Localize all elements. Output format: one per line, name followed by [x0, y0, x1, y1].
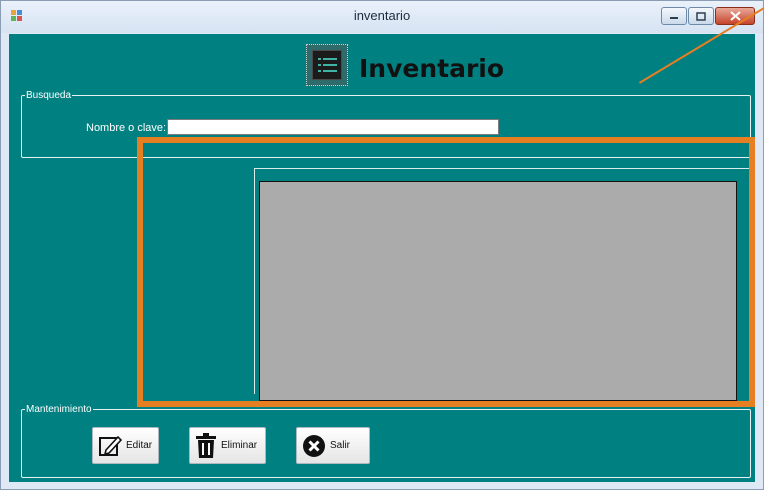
page-title: Inventario: [359, 54, 505, 83]
search-input[interactable]: [167, 119, 499, 135]
app-window: inventario Inventario Busqueda Nombre o …: [0, 0, 764, 490]
highlight-box: [137, 137, 755, 407]
window-controls: [660, 7, 755, 27]
form-client-area: Inventario Busqueda Nombre o clave: Mant…: [9, 4, 764, 482]
maximize-button[interactable]: [688, 7, 714, 25]
edit-icon: [99, 435, 122, 456]
edit-button[interactable]: Editar: [92, 427, 159, 464]
delete-button[interactable]: Eliminar: [189, 427, 266, 464]
window-title: inventario: [353, 8, 411, 23]
close-icon: [729, 11, 741, 21]
list-icon: [306, 44, 348, 86]
edit-button-label: Editar: [126, 440, 153, 451]
minimize-button[interactable]: [661, 7, 687, 25]
minimize-icon: [670, 17, 678, 19]
exit-button-label: Salir: [330, 440, 351, 451]
search-group-title: Busqueda: [26, 90, 72, 101]
trash-icon: [196, 432, 216, 458]
maximize-icon: [696, 11, 706, 21]
close-circle-icon: [303, 434, 325, 457]
delete-button-label: Eliminar: [221, 440, 258, 451]
search-label: Nombre o clave:: [86, 122, 167, 134]
exit-button[interactable]: Salir: [296, 427, 370, 464]
maintenance-group-title: Mantenimiento: [26, 404, 92, 415]
title-bar[interactable]: inventario: [1, 1, 763, 33]
